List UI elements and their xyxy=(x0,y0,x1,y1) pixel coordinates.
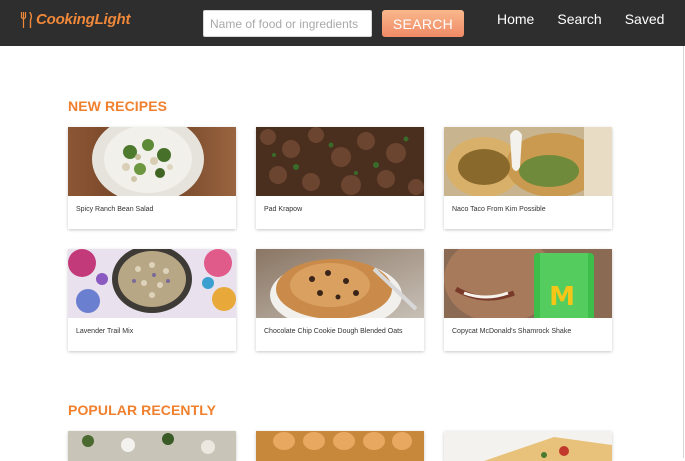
recipe-card[interactable] xyxy=(68,431,236,461)
nav-link-saved[interactable]: Saved xyxy=(625,11,665,28)
search-input[interactable] xyxy=(203,10,372,37)
recipe-image xyxy=(68,127,236,196)
main-nav: Home Search Saved xyxy=(497,11,685,28)
recipe-card[interactable] xyxy=(256,431,424,461)
recipe-title: Pad Krapow xyxy=(264,206,303,213)
recipe-image xyxy=(444,127,612,196)
svg-text:M: M xyxy=(549,282,575,312)
recipe-title: Copycat McDonald's Shamrock Shake xyxy=(452,328,572,335)
recipe-card[interactable] xyxy=(444,431,612,461)
section-title-popular-recently: POPULAR RECENTLY xyxy=(68,402,217,418)
recipe-card[interactable]: Naco Taco From Kim Possible xyxy=(444,127,612,229)
recipe-image xyxy=(256,127,424,196)
recipe-image xyxy=(256,249,424,318)
recipe-card[interactable]: Lavender Trail Mix xyxy=(68,249,236,351)
recipe-title: Naco Taco From Kim Possible xyxy=(452,206,546,213)
recipe-card[interactable]: Chocolate Chip Cookie Dough Blended Oats xyxy=(256,249,424,351)
recipe-image: M xyxy=(444,249,612,318)
recipe-image xyxy=(68,249,236,318)
section-title-new-recipes: NEW RECIPES xyxy=(68,98,168,114)
brand-name: CookingLight xyxy=(36,11,131,28)
top-navbar: CookingLight SEARCH Home Search Saved xyxy=(0,0,685,46)
recipe-title: Lavender Trail Mix xyxy=(76,328,134,335)
recipe-title: Spicy Ranch Bean Salad xyxy=(76,206,154,213)
recipe-card[interactable]: Spicy Ranch Bean Salad xyxy=(68,127,236,229)
fork-knife-icon xyxy=(20,12,33,28)
recipe-image xyxy=(68,431,236,461)
recipe-image xyxy=(256,431,424,461)
nav-link-search[interactable]: Search xyxy=(557,11,601,28)
brand-logo[interactable]: CookingLight xyxy=(20,10,130,30)
recipe-card[interactable]: M Copycat McDonald's Shamrock Shake xyxy=(444,249,612,351)
recipe-title: Chocolate Chip Cookie Dough Blended Oats xyxy=(264,328,403,335)
nav-link-home[interactable]: Home xyxy=(497,11,534,28)
recipe-card[interactable]: Pad Krapow xyxy=(256,127,424,229)
scrollbar-track xyxy=(683,46,684,458)
search-button[interactable]: SEARCH xyxy=(382,10,464,37)
recipe-image xyxy=(444,431,612,461)
